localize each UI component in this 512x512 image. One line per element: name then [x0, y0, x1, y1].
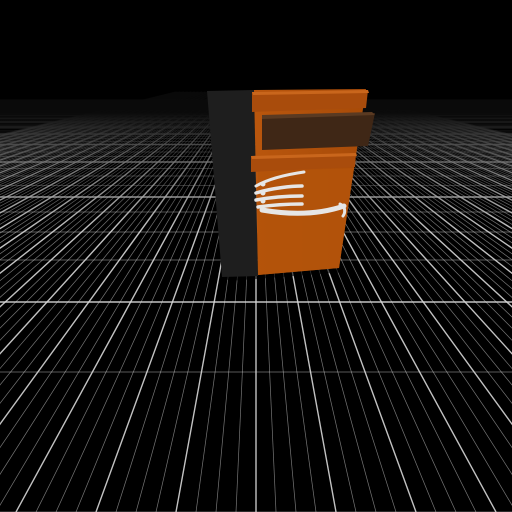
skeleton-knuckle	[260, 190, 266, 196]
skeleton-knuckle	[260, 181, 266, 187]
cabinet-front-lower	[258, 168, 354, 275]
skeleton-knuckle	[260, 198, 266, 204]
open-drawer[interactable]	[262, 113, 375, 150]
3d-viewport[interactable]	[0, 0, 512, 512]
scene-canvas[interactable]	[0, 0, 512, 512]
